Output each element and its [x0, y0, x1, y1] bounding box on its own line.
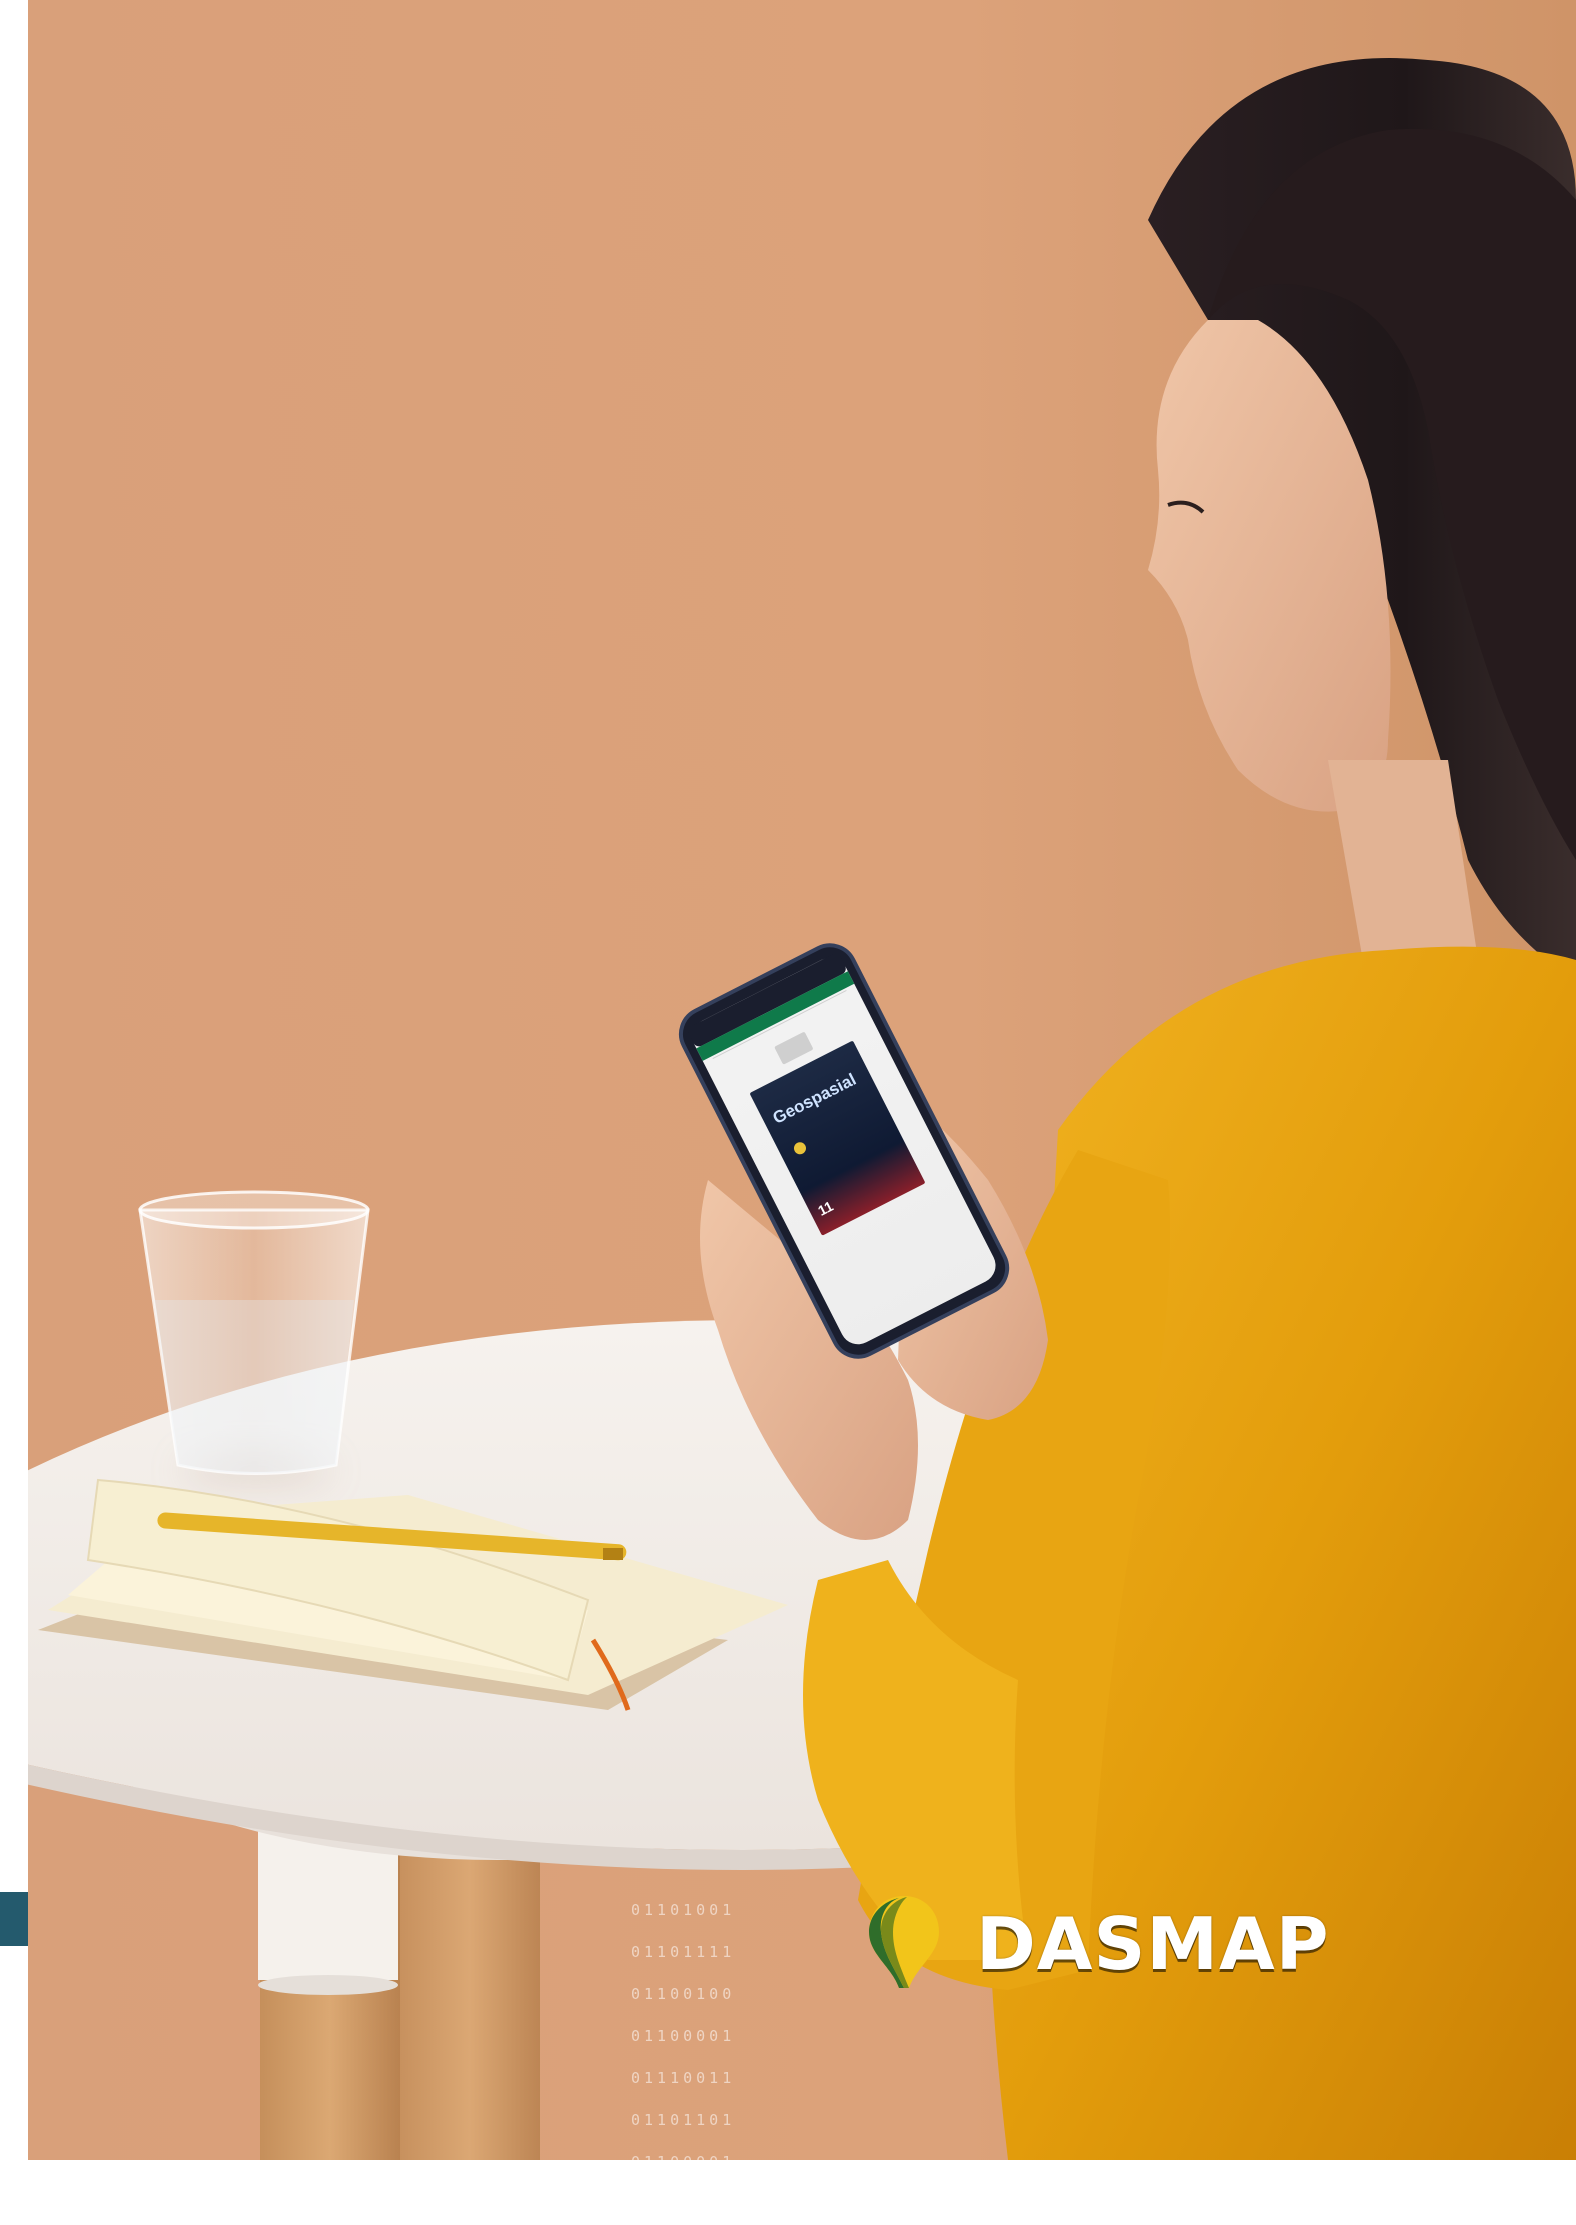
dasmap-brand: DASMAP: [863, 1892, 1383, 1988]
binary-line: 01101101: [631, 2111, 736, 2129]
side-accent-bar: [0, 1892, 28, 1946]
binary-line: 01101111: [631, 1943, 736, 1961]
binary-line: 01100001: [631, 2027, 736, 2045]
binary-line: 01100100: [631, 1985, 736, 2003]
binary-line: 01101001: [631, 1901, 736, 1919]
binary-pattern: 01101001 01101111 01100100 01100001 0111…: [631, 1875, 735, 2225]
lifestyle-photo: Geospasial 11: [28, 0, 1576, 2160]
brand-wordmark: DASMAP: [976, 1902, 1330, 1986]
water-glass: [138, 1190, 370, 1480]
photo-scene: Geospasial 11: [28, 0, 1576, 2160]
binary-line: 01110011: [631, 2069, 736, 2087]
map-pin-icon: [869, 1896, 939, 1988]
binary-line: 01110000: [631, 2195, 736, 2213]
binary-line: 01100001: [631, 2153, 736, 2171]
